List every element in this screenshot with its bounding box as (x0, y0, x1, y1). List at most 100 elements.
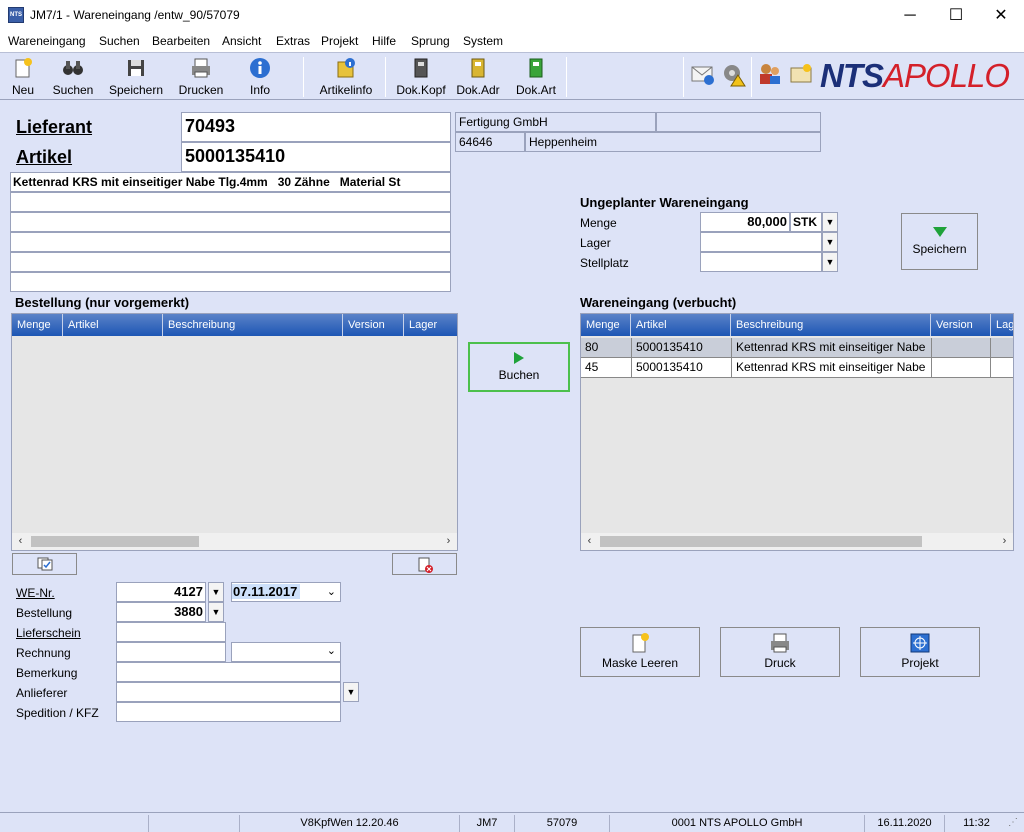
resize-grip-icon[interactable]: ⋰ (1008, 817, 1022, 831)
window-title: JM7/1 - Wareneingang /entw_90/57079 (30, 8, 240, 22)
artikel-label[interactable]: Artikel (16, 147, 72, 168)
menge-label: Menge (580, 216, 617, 230)
bestellung-dropdown[interactable]: ▼ (208, 602, 224, 622)
chevron-down-icon: ▼ (346, 687, 356, 697)
stellplatz-dropdown[interactable]: ▼ (822, 252, 838, 272)
status-company: 0001 NTS APOLLO GmbH (609, 815, 864, 832)
address-card-icon[interactable] (789, 62, 815, 86)
article-description-line-1[interactable]: Kettenrad KRS mit einseitiger Nabe Tlg.4… (10, 172, 451, 192)
column-header[interactable]: Artikel (631, 314, 731, 336)
we-nr-label[interactable]: WE-Nr. (16, 586, 55, 600)
bestellung-field[interactable]: 3880 (116, 602, 206, 622)
spedition-field[interactable] (116, 702, 341, 722)
anlieferer-field[interactable] (116, 682, 341, 702)
rechnung-date-field[interactable]: ⌄ (231, 642, 341, 662)
toolbar-separator (751, 57, 752, 97)
printer-icon (771, 633, 789, 653)
article-description-line-5[interactable] (10, 252, 451, 272)
lager-field[interactable] (700, 232, 822, 252)
lieferant-field[interactable]: 70493 (181, 112, 451, 142)
horizontal-scrollbar[interactable]: ‹ › (581, 533, 1013, 550)
print-button[interactable]: Drucken (175, 57, 227, 99)
we-date-field[interactable]: 07.11.2017 ⌄ (231, 582, 341, 602)
mail-icon[interactable] (690, 61, 716, 87)
search-button[interactable]: Suchen (50, 57, 96, 99)
artikelinfo-button[interactable]: Artikelinfo (314, 57, 378, 99)
column-header[interactable]: Lager (404, 314, 457, 336)
projekt-button[interactable]: Projekt (860, 627, 980, 677)
new-document-icon (632, 633, 649, 653)
toolbar-separator (385, 57, 386, 97)
unit-dropdown[interactable]: ▼ (822, 212, 838, 232)
unit-field[interactable]: STK (790, 212, 822, 232)
scroll-left-icon[interactable]: ‹ (581, 533, 598, 550)
table-row[interactable]: 80 5000135410 Kettenrad KRS mit einseiti… (581, 338, 1013, 358)
scroll-thumb[interactable] (600, 536, 922, 547)
menu-bearbeiten[interactable]: Bearbeiten (152, 34, 210, 48)
settings-warning-icon[interactable] (720, 61, 746, 87)
chevron-down-icon[interactable]: ⌄ (327, 583, 336, 601)
column-header[interactable]: Artikel (63, 314, 163, 336)
we-nr-dropdown[interactable]: ▼ (208, 582, 224, 602)
column-header[interactable]: Beschreibung (163, 314, 343, 336)
article-description-line-6[interactable] (10, 272, 451, 292)
article-description-line-3[interactable] (10, 212, 451, 232)
anlieferer-dropdown[interactable]: ▼ (343, 682, 359, 702)
speichern-ungeplant-button[interactable]: Speichern (901, 213, 978, 270)
delete-selection-button[interactable] (392, 553, 457, 575)
users-icon[interactable] (757, 61, 783, 87)
column-header[interactable]: Version (931, 314, 991, 336)
lieferschein-field[interactable] (116, 622, 226, 642)
minimize-button[interactable]: ─ (887, 0, 933, 31)
bemerkung-field[interactable] (116, 662, 341, 682)
dok-art-button[interactable]: Dok.Art (512, 57, 560, 99)
cell-artikel: 5000135410 (632, 338, 732, 358)
menge-field[interactable]: 80,000 (700, 212, 790, 232)
info-button[interactable]: Info (243, 57, 277, 99)
scroll-thumb[interactable] (31, 536, 199, 547)
table-row[interactable]: 45 5000135410 Kettenrad KRS mit einseiti… (581, 358, 1013, 378)
we-nr-field[interactable]: 4127 (116, 582, 206, 602)
menu-extras[interactable]: Extras (276, 34, 310, 48)
bestellung-grid[interactable]: Menge Artikel Beschreibung Version Lager… (11, 313, 458, 551)
select-all-button[interactable] (12, 553, 77, 575)
scroll-right-icon[interactable]: › (996, 533, 1013, 550)
artikel-field[interactable]: 5000135410 (181, 142, 451, 172)
stellplatz-field[interactable] (700, 252, 822, 272)
dok-kopf-button[interactable]: Dok.Kopf (394, 57, 448, 99)
wareneingang-grid[interactable]: Menge Artikel Beschreibung Version Lag 8… (580, 313, 1014, 551)
menu-hilfe[interactable]: Hilfe (372, 34, 396, 48)
menu-wareneingang[interactable]: Wareneingang (8, 34, 86, 48)
menu-sprung[interactable]: Sprung (411, 34, 450, 48)
column-header[interactable]: Menge (12, 314, 63, 336)
save-button[interactable]: Speichern (105, 57, 167, 99)
rechnung-field[interactable] (116, 642, 226, 662)
column-header[interactable]: Lag (991, 314, 1013, 336)
maximize-button[interactable]: ☐ (933, 0, 979, 31)
druck-button[interactable]: Druck (720, 627, 840, 677)
column-header[interactable]: Menge (581, 314, 631, 336)
lieferant-label[interactable]: Lieferant (16, 117, 92, 138)
menu-suchen[interactable]: Suchen (99, 34, 140, 48)
article-description-line-4[interactable] (10, 232, 451, 252)
menu-system[interactable]: System (463, 34, 503, 48)
maske-leeren-button[interactable]: Maske Leeren (580, 627, 700, 677)
scroll-left-icon[interactable]: ‹ (12, 533, 29, 550)
lager-dropdown[interactable]: ▼ (822, 232, 838, 252)
new-button[interactable]: Neu (6, 57, 40, 99)
rechnung-label: Rechnung (16, 646, 71, 660)
horizontal-scrollbar[interactable]: ‹ › (12, 533, 457, 550)
menu-ansicht[interactable]: Ansicht (222, 34, 261, 48)
nts-apollo-logo: NTSAPOLLO (820, 57, 1010, 94)
cell-menge: 45 (581, 358, 632, 378)
column-header[interactable]: Beschreibung (731, 314, 931, 336)
dok-adr-button[interactable]: Dok.Adr (454, 57, 502, 99)
chevron-down-icon[interactable]: ⌄ (327, 644, 336, 657)
scroll-right-icon[interactable]: › (440, 533, 457, 550)
menu-projekt[interactable]: Projekt (321, 34, 358, 48)
lieferschein-label[interactable]: Lieferschein (16, 626, 81, 640)
buchen-button[interactable]: Buchen (468, 342, 570, 392)
column-header[interactable]: Version (343, 314, 404, 336)
article-description-line-2[interactable] (10, 192, 451, 212)
close-button[interactable]: ✕ (978, 0, 1024, 31)
